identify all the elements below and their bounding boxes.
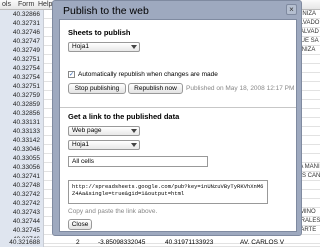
cell-latitude[interactable]: 40.32746 (0, 28, 44, 37)
cell-latitude[interactable]: 40.33046 (0, 145, 44, 154)
cell-latitude[interactable]: 40.32866 (0, 10, 44, 19)
republish-now-button[interactable]: Republish now (128, 83, 183, 94)
cell-latitude[interactable]: 40.32754 (0, 73, 44, 82)
cell-latitude[interactable]: 40.33056 (0, 163, 44, 172)
sheet-select-2-value: Hoja1 (72, 141, 89, 148)
cell-latitude[interactable]: 40.32759 (0, 91, 44, 100)
cell-latitude[interactable]: 40.33142 (0, 136, 44, 145)
menu-form[interactable]: Form (18, 1, 34, 8)
cell-latitude[interactable]: 40.32731 (0, 19, 44, 28)
chevron-down-icon (131, 143, 137, 147)
close-icon[interactable]: × (286, 4, 297, 15)
format-select-value: Web page (72, 127, 102, 134)
chevron-down-icon (131, 45, 137, 49)
cell-latitude[interactable]: 40.32742 (0, 190, 44, 199)
format-select[interactable]: Web page (68, 126, 140, 136)
cell-latitude[interactable]: 40.32744 (0, 217, 44, 226)
cell-latitude[interactable]: 40.33131 (0, 118, 44, 127)
cell-latitude[interactable]: 40.33133 (0, 127, 44, 136)
sheets-heading: Sheets to publish (68, 28, 131, 37)
cell-latitude[interactable]: 40.32751 (0, 55, 44, 64)
publish-dialog-overlay: Publish to the web × Sheets to publish H… (52, 0, 302, 248)
publish-dialog: Publish to the web × Sheets to publish H… (52, 0, 302, 236)
sheet-select-value: Hoja1 (72, 43, 89, 50)
cell-latitude[interactable]: 40.321688 (0, 238, 44, 247)
copy-hint: Copy and paste the link above. (68, 208, 158, 215)
dialog-title: Publish to the web (63, 5, 149, 17)
cell-range-field[interactable]: All cells (68, 156, 208, 167)
link-heading: Get a link to the published data (68, 112, 180, 121)
sheet-select[interactable]: Hoja1 (68, 42, 140, 52)
published-status: Published on May 18, 2008 12:17 PM (186, 85, 295, 92)
cell-latitude[interactable]: 40.33055 (0, 154, 44, 163)
stop-publishing-button[interactable]: Stop publishing (68, 83, 126, 94)
section-divider (60, 107, 296, 108)
cell-latitude[interactable]: 40.32742 (0, 199, 44, 208)
sheet-select-2[interactable]: Hoja1 (68, 140, 140, 150)
dialog-body: Sheets to publish Hoja1 ✓ Automatically … (59, 19, 297, 232)
cell-latitude[interactable]: 40.32749 (0, 46, 44, 55)
cell-latitude[interactable]: 40.32743 (0, 208, 44, 217)
cell-latitude[interactable]: 40.32751 (0, 82, 44, 91)
auto-republish-label: Automatically republish when changes are… (78, 71, 218, 78)
cell-latitude[interactable]: 40.32747 (0, 37, 44, 46)
cell-latitude[interactable]: 40.32748 (0, 181, 44, 190)
cell-latitude[interactable]: 40.32856 (0, 109, 44, 118)
cell-latitude[interactable]: 40.32754 (0, 64, 44, 73)
close-button[interactable]: Close (68, 219, 92, 230)
auto-republish-checkbox[interactable]: ✓ (68, 71, 75, 78)
published-link-textarea[interactable]: http://spreadsheets.google.com/pub?key=1… (68, 180, 268, 204)
cell-latitude[interactable]: 40.32745 (0, 226, 44, 235)
chevron-down-icon (131, 129, 137, 133)
menu-help[interactable]: Help (38, 1, 52, 8)
cell-latitude[interactable]: 40.32859 (0, 100, 44, 109)
cell-latitude[interactable]: 40.32741 (0, 172, 44, 181)
menu-tools[interactable]: ols (2, 1, 11, 8)
